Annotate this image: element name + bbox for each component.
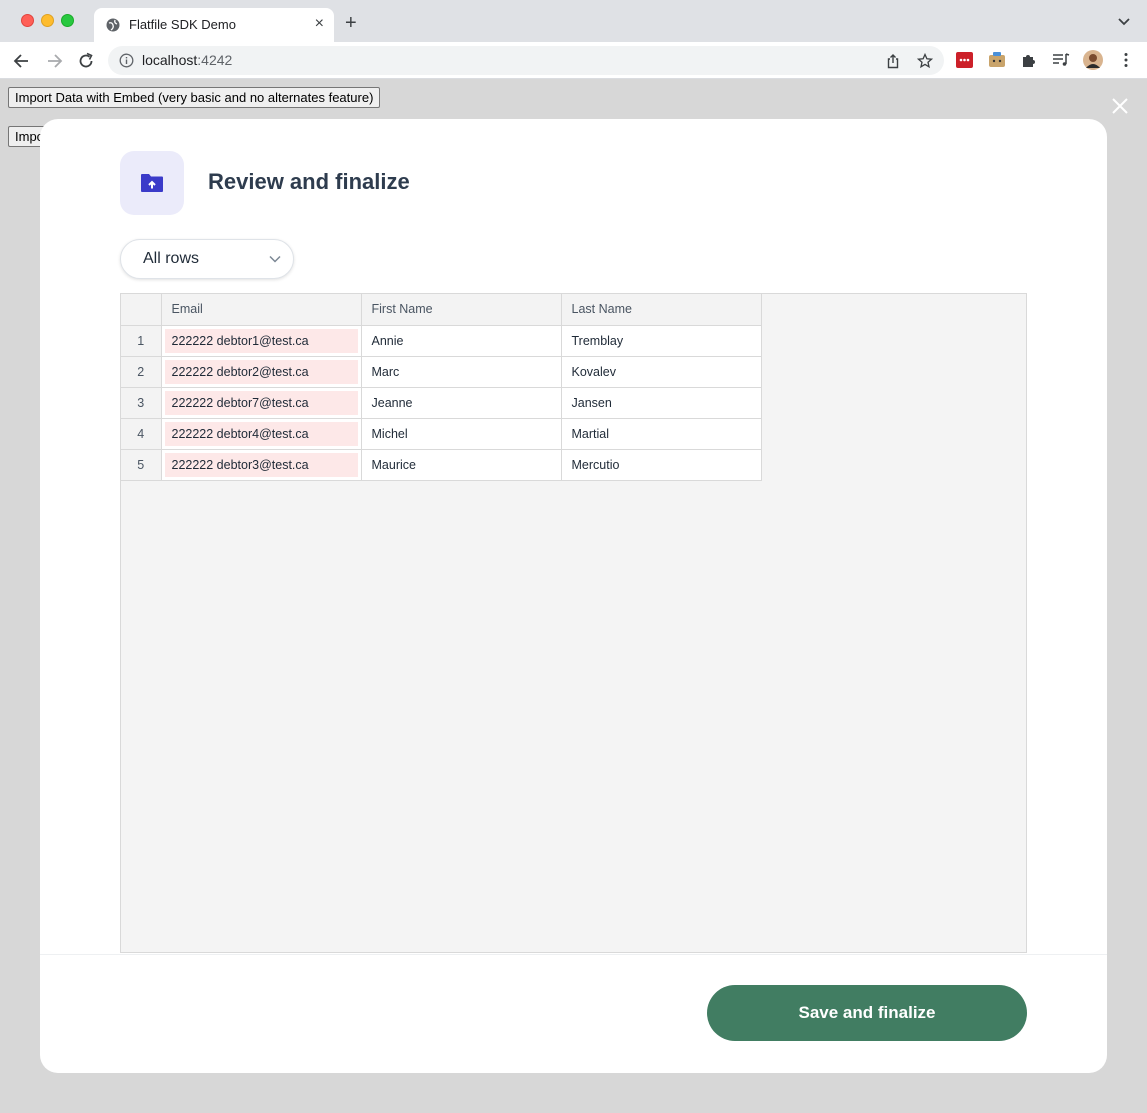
- last-name-cell[interactable]: Tremblay: [560, 324, 762, 357]
- toolbox-extension-icon[interactable]: [988, 51, 1006, 69]
- email-value: 222222 debtor7@test.ca: [164, 390, 358, 415]
- review-table: Email First Name Last Name 1 222222 debt…: [121, 294, 762, 481]
- chevron-down-icon: [269, 255, 281, 263]
- email-cell-error[interactable]: 222222 debtor1@test.ca: [160, 324, 362, 357]
- email-cell-error[interactable]: 222222 debtor4@test.ca: [160, 417, 362, 450]
- row-number-header: [121, 294, 162, 326]
- browser-menu-icon[interactable]: [1117, 51, 1135, 69]
- browser-tab[interactable]: Flatfile SDK Demo ×: [94, 8, 334, 42]
- share-icon[interactable]: [885, 53, 901, 69]
- profile-avatar-icon[interactable]: [1083, 50, 1103, 70]
- url-text: localhost:4242: [142, 52, 232, 68]
- table-row: 2 222222 debtor2@test.ca Marc Kovalev: [121, 355, 762, 388]
- close-icon[interactable]: [1111, 97, 1129, 115]
- url-port: :4242: [197, 52, 233, 68]
- row-filter-value: All rows: [143, 250, 200, 267]
- password-manager-extension-icon[interactable]: [956, 51, 974, 69]
- browser-tab-bar: Flatfile SDK Demo × +: [0, 0, 1147, 42]
- url-host: localhost: [142, 52, 198, 68]
- row-filter-select[interactable]: All rows: [120, 239, 294, 279]
- header-icon-tile: [120, 151, 184, 215]
- browser-toolbar: localhost:4242: [0, 42, 1147, 79]
- table-row: 3 222222 debtor7@test.ca Jeanne Jansen: [121, 386, 762, 419]
- reading-list-icon[interactable]: [1052, 51, 1070, 69]
- last-name-cell[interactable]: Jansen: [560, 386, 762, 419]
- forward-icon[interactable]: [44, 51, 64, 71]
- first-name-cell[interactable]: Maurice: [360, 448, 562, 481]
- tab-close-icon[interactable]: ×: [315, 16, 324, 32]
- row-number: 2: [121, 355, 162, 388]
- import-modal: Review and finalize All rows Email First…: [40, 119, 1107, 1073]
- table-header-row: Email First Name Last Name: [121, 294, 762, 326]
- address-bar[interactable]: localhost:4242: [108, 46, 944, 75]
- row-number: 1: [121, 324, 162, 357]
- last-name-cell[interactable]: Mercutio: [560, 448, 762, 481]
- email-value: 222222 debtor1@test.ca: [164, 328, 358, 353]
- row-number: 3: [121, 386, 162, 419]
- email-value: 222222 debtor3@test.ca: [164, 452, 358, 477]
- new-tab-icon[interactable]: +: [345, 13, 357, 33]
- import-embed-button[interactable]: Import Data with Embed (very basic and n…: [8, 87, 381, 108]
- data-grid: Email First Name Last Name 1 222222 debt…: [120, 293, 1027, 953]
- folder-upload-icon: [141, 174, 163, 192]
- chevron-down-icon[interactable]: [1117, 14, 1131, 28]
- footer-divider: [40, 954, 1107, 955]
- first-name-cell[interactable]: Michel: [360, 417, 562, 450]
- window-close-button[interactable]: [21, 14, 34, 27]
- table-row: 1 222222 debtor1@test.ca Annie Tremblay: [121, 324, 762, 357]
- email-cell-error[interactable]: 222222 debtor7@test.ca: [160, 386, 362, 419]
- email-cell-error[interactable]: 222222 debtor2@test.ca: [160, 355, 362, 388]
- column-header-last-name[interactable]: Last Name: [560, 294, 762, 326]
- bookmark-star-icon[interactable]: [917, 53, 933, 69]
- email-value: 222222 debtor4@test.ca: [164, 421, 358, 446]
- column-header-first-name[interactable]: First Name: [360, 294, 562, 326]
- last-name-cell[interactable]: Kovalev: [560, 355, 762, 388]
- table-row: 5 222222 debtor3@test.ca Maurice Mercuti…: [121, 448, 762, 481]
- table-row: 4 222222 debtor4@test.ca Michel Martial: [121, 417, 762, 450]
- first-name-cell[interactable]: Jeanne: [360, 386, 562, 419]
- first-name-cell[interactable]: Annie: [360, 324, 562, 357]
- save-and-finalize-button[interactable]: Save and finalize: [707, 985, 1027, 1041]
- row-number: 5: [121, 448, 162, 481]
- window-minimize-button[interactable]: [41, 14, 54, 27]
- globe-icon: [106, 18, 120, 32]
- first-name-cell[interactable]: Marc: [360, 355, 562, 388]
- email-value: 222222 debtor2@test.ca: [164, 359, 358, 384]
- row-number: 4: [121, 417, 162, 450]
- back-icon[interactable]: [12, 51, 32, 71]
- email-cell-error[interactable]: 222222 debtor3@test.ca: [160, 448, 362, 481]
- last-name-cell[interactable]: Martial: [560, 417, 762, 450]
- reload-icon[interactable]: [76, 51, 96, 71]
- window-zoom-button[interactable]: [61, 14, 74, 27]
- column-header-email[interactable]: Email: [160, 294, 362, 326]
- info-icon[interactable]: [119, 53, 134, 68]
- tab-title: Flatfile SDK Demo: [129, 17, 236, 32]
- puzzle-extensions-icon[interactable]: [1020, 51, 1038, 69]
- page-title: Review and finalize: [208, 169, 410, 194]
